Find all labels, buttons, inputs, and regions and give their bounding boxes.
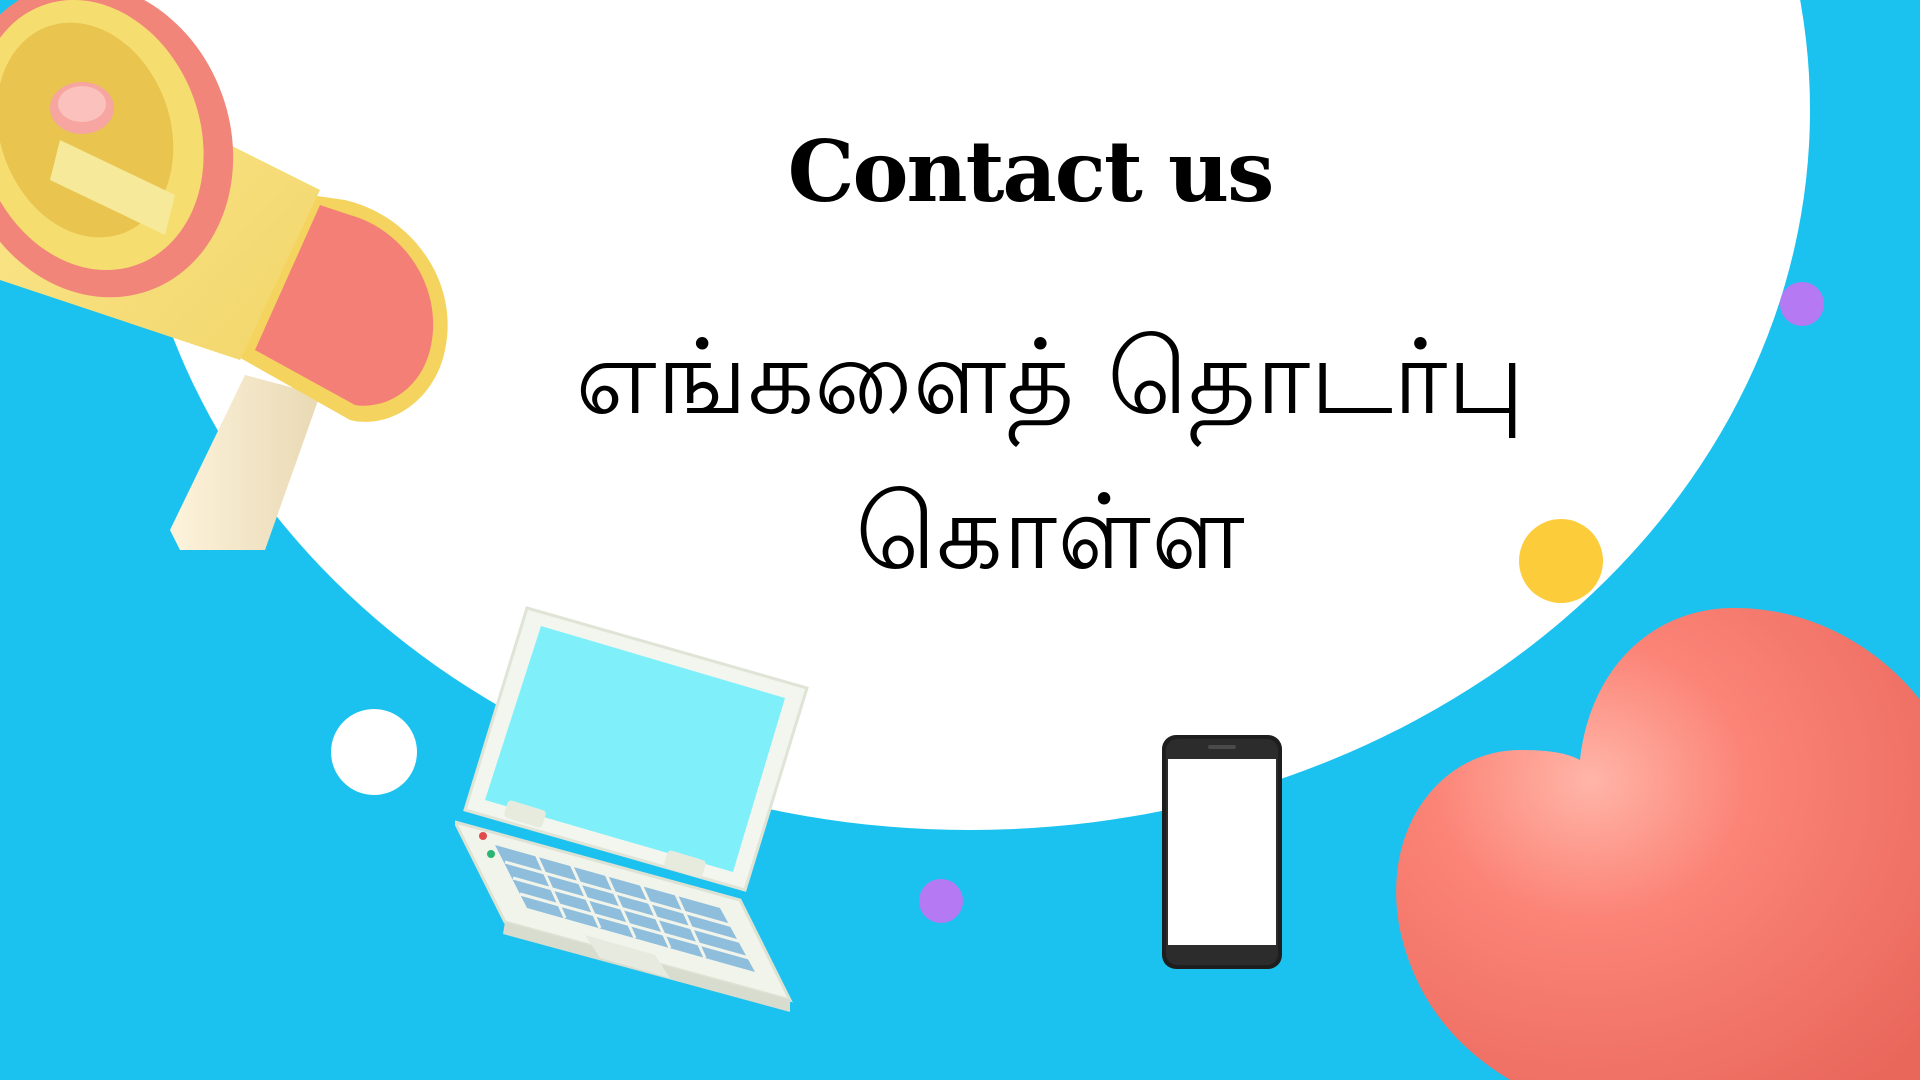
laptop-icon	[455, 606, 809, 1012]
white-dot-decoration	[331, 709, 417, 795]
contact-us-tamil-heading: எங்களைத் தொடர்பு கொள்ள	[575, 316, 1525, 593]
megaphone-icon	[0, 0, 448, 550]
smartphone-icon	[1162, 735, 1282, 969]
purple-dot-decoration	[919, 879, 963, 923]
heart-icon	[1396, 607, 1920, 1080]
purple-dot-decoration	[1780, 282, 1824, 326]
contact-banner: Contact us எங்களைத் தொடர்பு கொள்ள	[0, 0, 1920, 1080]
contact-us-heading: Contact us	[787, 122, 1275, 221]
